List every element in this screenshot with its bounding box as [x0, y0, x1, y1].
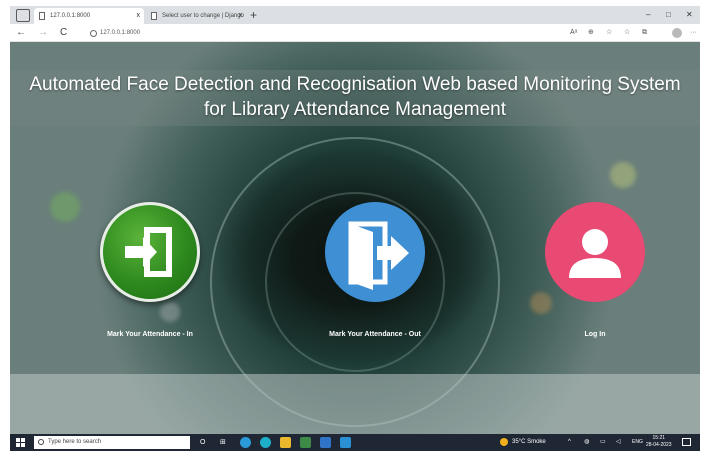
- attendance-in-button[interactable]: [100, 202, 200, 302]
- login-label[interactable]: Log In: [515, 330, 675, 340]
- chevron-up-icon[interactable]: ^: [568, 434, 571, 451]
- tab-localhost[interactable]: 127.0.0.1:8000 x: [34, 8, 144, 24]
- forward-button[interactable]: →: [38, 25, 48, 41]
- taskbar-search-placeholder: Type here to search: [48, 439, 102, 445]
- favorite-icon[interactable]: ☆: [606, 28, 612, 38]
- search-icon: [38, 439, 44, 445]
- info-icon[interactable]: [90, 30, 97, 37]
- background-light: [610, 162, 636, 188]
- reload-button[interactable]: C: [60, 25, 67, 41]
- attendance-out-button[interactable]: [325, 202, 425, 302]
- footer-band: [10, 374, 700, 434]
- address-bar[interactable]: 127.0.0.1:8000: [90, 28, 140, 39]
- login-action[interactable]: Log In: [515, 202, 675, 352]
- sign-out-icon: [348, 221, 409, 290]
- windows-taskbar: Type here to search O ⊞ 35°C Smoke ^ ◍ ▭…: [10, 434, 700, 451]
- maximize-button[interactable]: □: [666, 8, 671, 22]
- taskbar-search-input[interactable]: Type here to search: [34, 436, 190, 449]
- tab-title: 127.0.0.1:8000: [50, 13, 91, 19]
- page-icon: [39, 12, 45, 20]
- desktop-screen: 127.0.0.1:8000 x Select user to change |…: [0, 0, 705, 451]
- minimize-button[interactable]: –: [646, 8, 650, 22]
- address-text: 127.0.0.1:8000: [100, 30, 141, 36]
- attendance-in-label[interactable]: Mark Your Attendance - In: [70, 330, 230, 340]
- back-button[interactable]: ←: [16, 25, 26, 41]
- cortana-icon[interactable]: O: [200, 437, 205, 448]
- browser-tab-strip: 127.0.0.1:8000 x Select user to change |…: [10, 6, 700, 24]
- user-icon: [569, 229, 621, 278]
- tab-close-button[interactable]: x: [239, 8, 243, 24]
- page-icon: [151, 12, 157, 20]
- attendance-out-label[interactable]: Mark Your Attendance - Out: [295, 330, 455, 340]
- tab-title: Select user to change | Django: [162, 13, 244, 19]
- sign-in-icon: [125, 227, 172, 277]
- tab-actions-icon[interactable]: [16, 9, 30, 22]
- collections-icon[interactable]: ⧉: [642, 28, 647, 38]
- clock-date: 28-04-2023: [646, 442, 672, 448]
- clock[interactable]: 15:21 28-04-2023: [646, 435, 672, 449]
- page-title-line2: for Library Attendance Management: [203, 99, 507, 120]
- vscode-icon[interactable]: [340, 437, 351, 448]
- weather-icon[interactable]: [500, 438, 508, 446]
- tab-django-admin[interactable]: Select user to change | Django x: [146, 8, 246, 24]
- volume-icon[interactable]: ◁: [616, 434, 621, 451]
- security-icon[interactable]: ◍: [584, 434, 589, 451]
- page-title-line1: Automated Face Detection and Recognisati…: [29, 74, 681, 95]
- read-aloud-icon[interactable]: Aᵃ: [570, 28, 577, 38]
- page-title: Automated Face Detection and Recognisati…: [10, 72, 700, 122]
- edge-icon[interactable]: [260, 437, 271, 448]
- more-menu-icon[interactable]: ···: [690, 28, 697, 38]
- profile-icon[interactable]: [672, 28, 682, 38]
- battery-icon[interactable]: ▭: [600, 434, 606, 451]
- page-content: Automated Face Detection and Recognisati…: [10, 42, 700, 434]
- close-window-button[interactable]: ✕: [686, 8, 693, 22]
- task-view-icon[interactable]: ⊞: [220, 437, 226, 448]
- browser-toolbar: ← → C 127.0.0.1:8000 Aᵃ ⊕ ☆ ☆ ⧉ ···: [10, 24, 700, 42]
- clock-time: 15:21: [652, 435, 666, 441]
- file-explorer-icon[interactable]: [280, 437, 291, 448]
- attendance-in-action[interactable]: Mark Your Attendance - In: [70, 202, 230, 352]
- new-tab-button[interactable]: +: [250, 7, 257, 23]
- start-button[interactable]: [16, 438, 25, 447]
- weather-text[interactable]: 35°C Smoke: [512, 434, 546, 451]
- language-indicator[interactable]: ENG: [632, 434, 643, 451]
- chrome-icon[interactable]: [240, 437, 251, 448]
- attendance-out-action[interactable]: Mark Your Attendance - Out: [295, 202, 455, 352]
- tab-close-button[interactable]: x: [137, 8, 141, 24]
- favorites-list-icon[interactable]: ☆: [624, 28, 630, 38]
- login-button[interactable]: [545, 202, 645, 302]
- mail-icon[interactable]: [320, 437, 331, 448]
- zoom-icon[interactable]: ⊕: [588, 28, 594, 38]
- notification-icon[interactable]: [682, 438, 691, 446]
- store-icon[interactable]: [300, 437, 311, 448]
